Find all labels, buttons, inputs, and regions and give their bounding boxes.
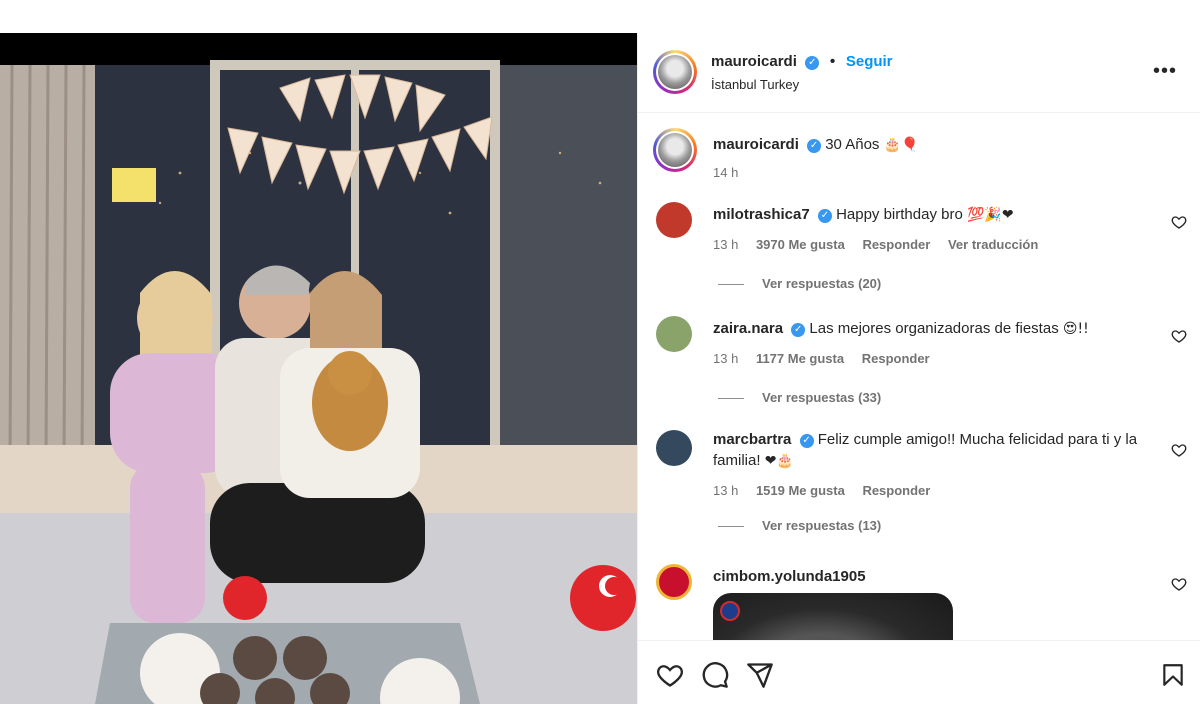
view-replies-label: Ver respuestas (20) [762, 276, 882, 291]
comment-avatar[interactable] [656, 202, 692, 238]
author-line: mauroicardi ✓ • Seguir [711, 53, 893, 71]
comment-body: cimbom.yolunda1905 [713, 566, 1163, 587]
comment-username[interactable]: milotrashica7 [713, 206, 810, 223]
comment-likes[interactable]: 1177 Me gusta [756, 351, 844, 366]
comments-list[interactable]: mauroicardi ✓ 30 Años 🎂🎈 14 h milotrashi… [638, 114, 1200, 640]
comment-time: 13 h [713, 483, 739, 498]
comment-meta: 13 h 1177 Me gusta Responder [713, 348, 1163, 369]
verified-badge-icon: ✓ [807, 139, 822, 153]
post-location[interactable]: İstanbul Turkey [711, 77, 799, 92]
comment-likes[interactable]: 3970 Me gusta [756, 237, 845, 252]
caption-time: 14 h [713, 165, 739, 180]
comment-username[interactable]: zaira.nara [713, 320, 783, 337]
comment-image[interactable] [713, 593, 953, 640]
caption-text: 30 Años [825, 136, 880, 153]
comment-avatar[interactable] [656, 316, 692, 352]
view-replies-button[interactable]: Ver respuestas (33) [718, 390, 881, 405]
author-avatar[interactable] [653, 50, 697, 94]
comment-meta: 13 h 1519 Me gusta Responder [713, 480, 1158, 501]
photo-illustration [0, 33, 637, 704]
caption-body: mauroicardi ✓ 30 Años 🎂🎈 14 h [713, 134, 1163, 183]
translate-button[interactable]: Ver traducción [948, 237, 1038, 252]
verified-badge-icon: ✓ [817, 209, 832, 223]
top-bar [0, 0, 1200, 33]
comment-like-heart-icon[interactable] [1171, 214, 1187, 230]
send-icon[interactable] [746, 661, 774, 689]
comment-avatar[interactable] [656, 564, 692, 600]
comment-icon[interactable] [701, 661, 729, 689]
view-replies-button[interactable]: Ver respuestas (13) [718, 518, 881, 533]
comment-text: Las mejores organizadoras de fiestas [809, 320, 1059, 337]
caption-avatar[interactable] [653, 128, 697, 172]
comment-time: 13 h [713, 237, 739, 252]
caption-meta: 14 h [713, 162, 1163, 183]
comment-body: marcbartra ✓ Feliz cumple amigo!! Mucha … [713, 429, 1158, 501]
comment-username[interactable]: marcbartra [713, 431, 791, 448]
bookmark-icon[interactable] [1160, 661, 1186, 689]
post-header: mauroicardi ✓ • Seguir İstanbul Turkey •… [638, 33, 1200, 113]
caption-username[interactable]: mauroicardi [713, 136, 799, 153]
reply-button[interactable]: Responder [862, 237, 930, 252]
comment-text: Happy birthday bro [836, 206, 963, 223]
view-replies-label: Ver respuestas (33) [762, 390, 882, 405]
comment-meta: 13 h 3970 Me gusta Responder Ver traducc… [713, 234, 1163, 255]
post-photo[interactable] [0, 33, 637, 704]
view-replies-button[interactable]: Ver respuestas (20) [718, 276, 881, 291]
reply-button[interactable]: Responder [862, 351, 930, 366]
heart-icon[interactable] [656, 661, 684, 689]
comment-emoji: 😍!! [1062, 321, 1089, 337]
verified-badge-icon: ✓ [791, 323, 806, 337]
separator-dot: • [829, 53, 836, 70]
more-options-icon[interactable]: ••• [1153, 61, 1177, 81]
comment-like-heart-icon[interactable] [1171, 576, 1187, 592]
comment-body: milotrashica7 ✓ Happy birthday bro 💯🎉❤ 1… [713, 204, 1163, 255]
comment-time: 13 h [713, 351, 739, 366]
comment-avatar[interactable] [656, 430, 692, 466]
follow-button[interactable]: Seguir [846, 53, 893, 70]
verified-badge-icon: ✓ [805, 56, 820, 70]
view-replies-label: Ver respuestas (13) [762, 518, 882, 533]
comment-body: zaira.nara ✓ Las mejores organizadoras d… [713, 318, 1163, 369]
comment-like-heart-icon[interactable] [1171, 328, 1187, 344]
comment-like-heart-icon[interactable] [1171, 442, 1187, 458]
comment-likes[interactable]: 1519 Me gusta [756, 483, 845, 498]
club-logo-icon [720, 601, 740, 621]
post-actions [638, 640, 1200, 704]
reply-button[interactable]: Responder [862, 483, 930, 498]
post-details-panel: mauroicardi ✓ • Seguir İstanbul Turkey •… [637, 33, 1200, 704]
caption-emoji: 🎂🎈 [883, 137, 919, 153]
verified-badge-icon: ✓ [799, 434, 814, 448]
comment-emoji: 💯🎉❤ [966, 207, 1014, 223]
author-username[interactable]: mauroicardi [711, 53, 797, 70]
comment-emoji: ❤🎂 [764, 453, 794, 469]
comment-username[interactable]: cimbom.yolunda1905 [713, 568, 866, 585]
